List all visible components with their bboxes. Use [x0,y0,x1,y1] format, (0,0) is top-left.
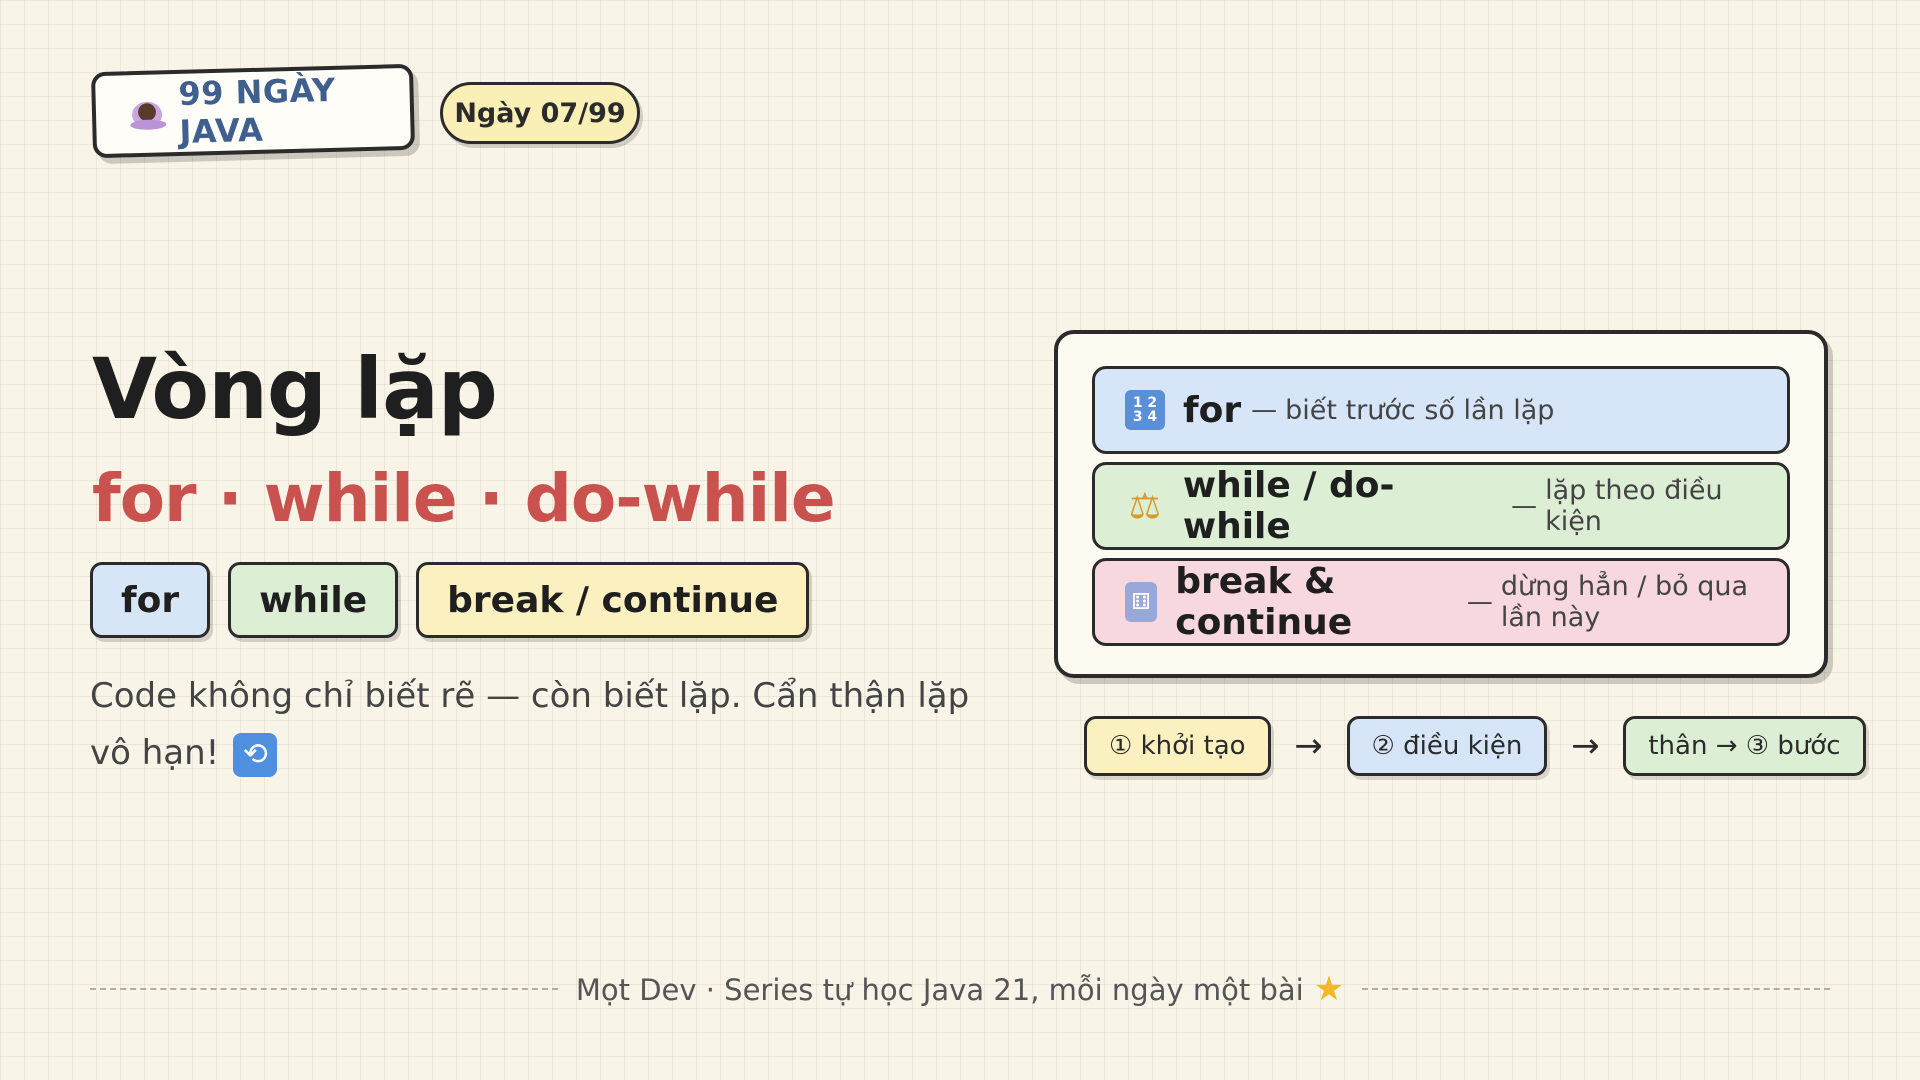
topic-chips: for while break / continue [90,562,810,638]
coffee-cup-icon [130,95,164,132]
page-title: Vòng lặp [92,340,498,438]
flow-step-init: ① khởi tạo [1084,716,1271,776]
row-note: lặp theo điều kiện [1545,475,1723,537]
footer-text: Mọt Dev · Series tự học Java 21, mỗi ngà… [575,973,1304,1007]
row-note: dừng hẳn / bỏ qua lần này [1500,571,1749,633]
row-note: biết trước số lần lặp [1285,394,1555,426]
description: Code không chỉ biết rẽ — còn biết lặp. C… [90,668,970,782]
description-text: Code không chỉ biết rẽ — còn biết lặp. C… [90,676,970,773]
star-icon: ★ [1313,969,1345,1009]
row-while: ⚖ while / do-while — lặp theo điều kiện [1092,462,1790,550]
loop-types-card: 1 23 4 for — biết trước số lần lặp ⚖ whi… [1054,330,1828,678]
loop-flow: ① khởi tạo → ② điều kiện → thân → ③ bước [1084,716,1866,776]
footer: Mọt Dev · Series tự học Java 21, mỗi ngà… [90,964,1831,1014]
flow-step-body-update: thân → ③ bước [1623,716,1866,776]
footer-divider-left [90,988,558,990]
series-label: 99 NGÀY JAVA [177,70,337,151]
chip-break-continue: break / continue [416,562,810,638]
numbers-1234-icon: 1 23 4 [1125,390,1165,430]
row-separator: — [1511,491,1538,521]
row-keyword: break & continue [1175,561,1353,643]
day-counter-badge: Ngày 07/99 [440,82,640,144]
flow-step-condition: ② điều kiện [1346,716,1548,776]
page-subtitle: for · while · do-while [92,460,836,537]
footer-credit: Mọt Dev · Series tự học Java 21, mỗi ngà… [558,969,1362,1009]
row-separator: — [1251,395,1278,425]
row-keyword: for [1183,389,1242,431]
chip-for: for [90,562,211,638]
chip-while: while [228,562,399,638]
flow-arrow: → [1294,726,1323,766]
repeat-icon: ⟲ [233,732,278,777]
series-badge: 99 NGÀY JAVA [90,63,416,159]
dice-icon: ⚅ [1125,582,1158,622]
row-keyword: while / do-while [1182,465,1395,547]
flow-arrow: → [1571,726,1600,766]
row-for: 1 23 4 for — biết trước số lần lặp [1092,366,1790,454]
row-separator: — [1466,587,1493,617]
balance-scale-icon: ⚖ [1128,485,1162,527]
row-break-continue: ⚅ break & continue — dừng hẳn / bỏ qua l… [1092,558,1790,646]
footer-divider-right [1362,988,1831,990]
